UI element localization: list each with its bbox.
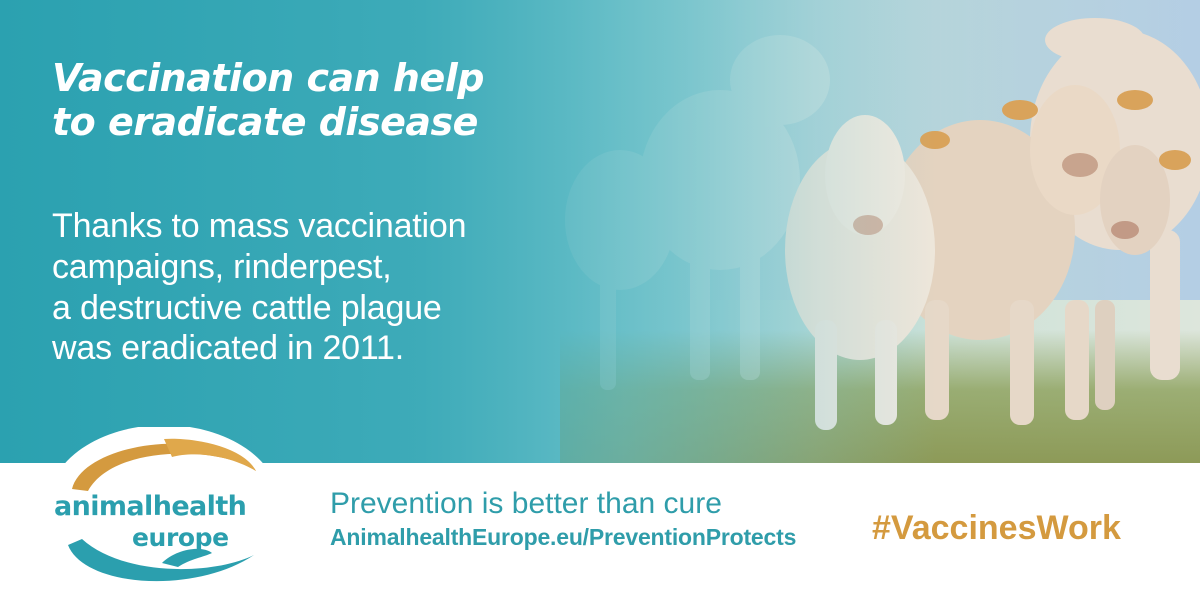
tagline: Prevention is better than cure [330, 487, 722, 520]
headline: Vaccination can help to eradicate diseas… [52, 56, 484, 145]
body-text: Thanks to mass vaccination campaigns, ri… [52, 207, 467, 368]
hashtag[interactable]: #VaccinesWork [872, 509, 1121, 548]
campaign-link[interactable]: AnimalhealthEurope.eu/PreventionProtects [330, 524, 796, 551]
hero-banner: Vaccination can help to eradicate diseas… [0, 0, 1200, 463]
animalhealth-europe-logo[interactable]: animalhealth europe [44, 427, 284, 587]
logo-text-europe: europe [132, 523, 229, 552]
logo-text-animalhealth: animalhealth [54, 491, 247, 522]
